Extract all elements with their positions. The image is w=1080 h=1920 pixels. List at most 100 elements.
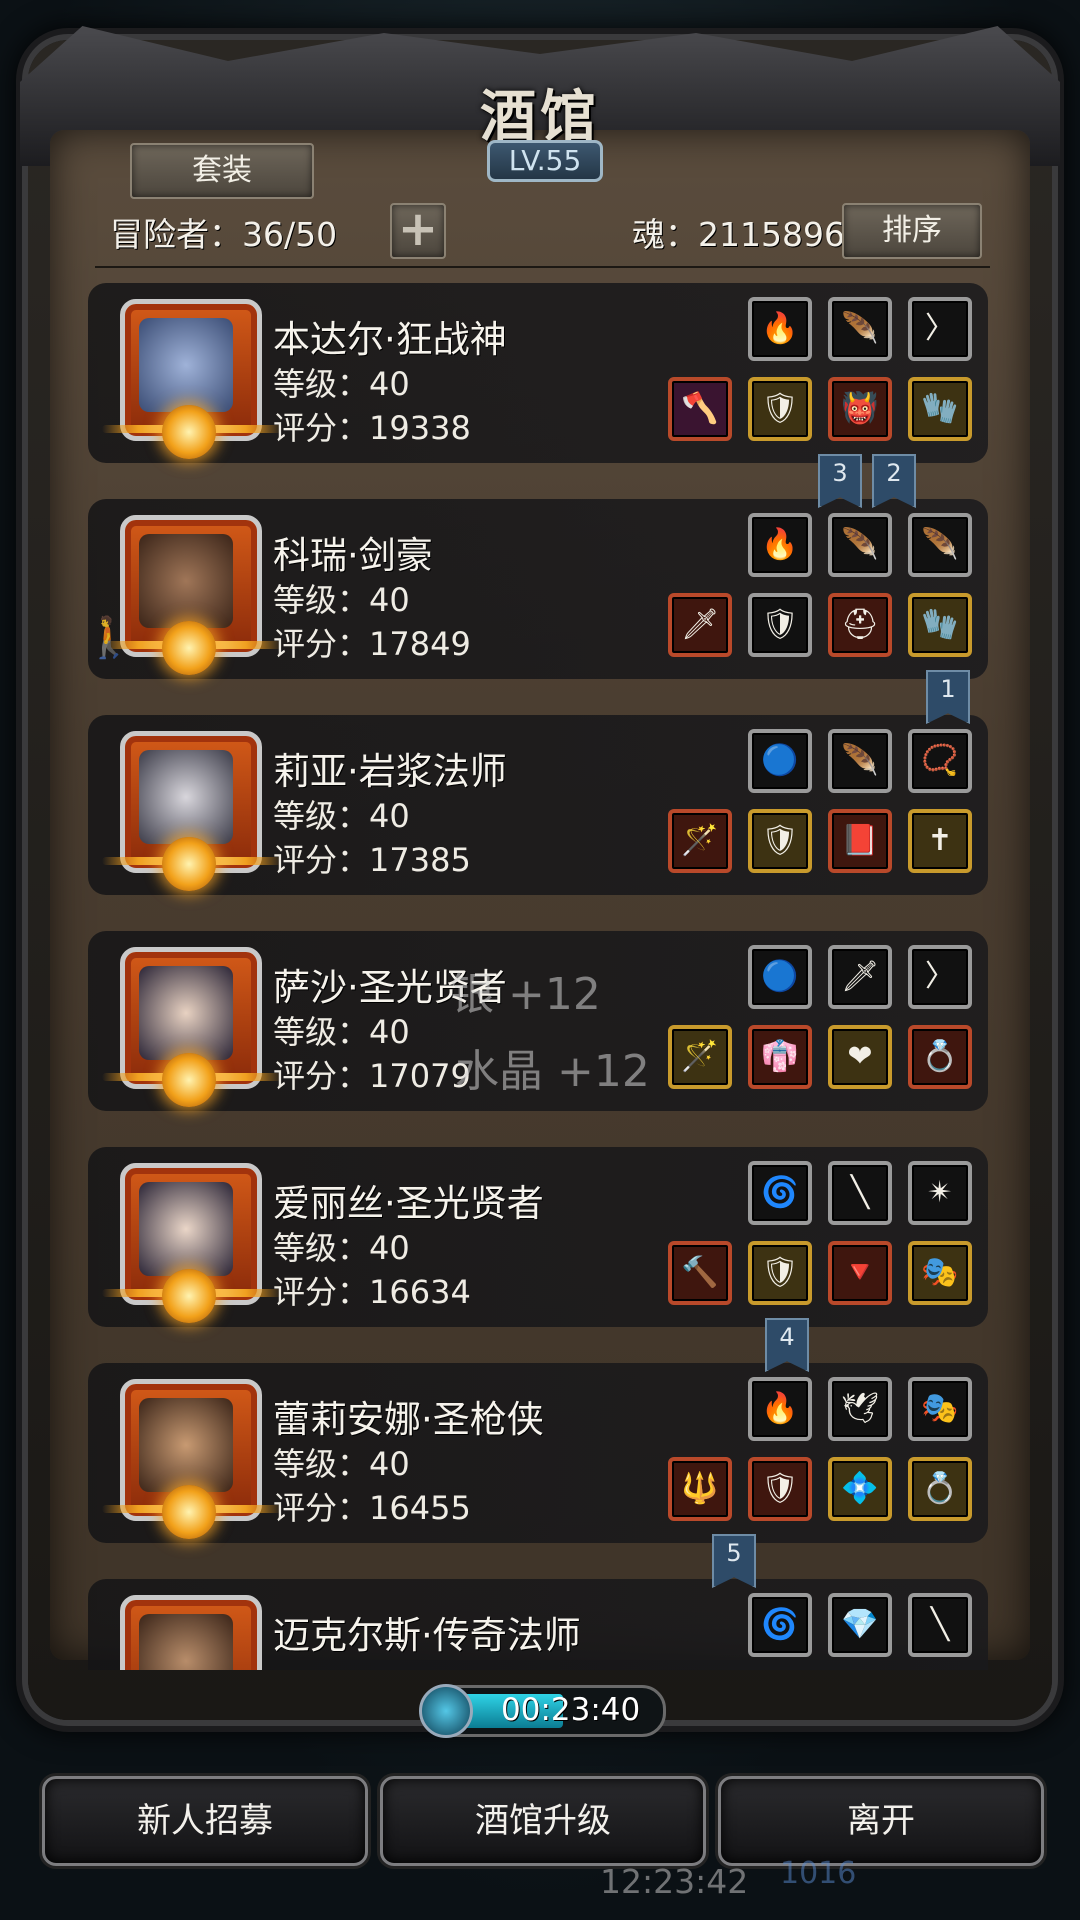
- rank-emblem-icon: [162, 837, 216, 891]
- hammer-equip-icon[interactable]: 🔨: [668, 1241, 732, 1305]
- hero-name: 蕾莉安娜·圣枪侠: [273, 1398, 544, 1441]
- hero-level: 等级：40: [273, 365, 410, 403]
- staff-equip-icon[interactable]: 🪄: [668, 809, 732, 873]
- helm-equip-icon[interactable]: 👹: [828, 377, 892, 441]
- adventurer-count: 冒险者：36/50: [110, 215, 338, 254]
- pendant-equip-icon[interactable]: 🔻: [828, 1241, 892, 1305]
- hero-level: 等级：40: [273, 1445, 410, 1483]
- wing-skill-icon[interactable]: 🕊: [828, 1377, 892, 1441]
- armor-equip-icon[interactable]: 🛡: [748, 1241, 812, 1305]
- leave-button[interactable]: 离开: [718, 1776, 1044, 1866]
- spear-equip-icon[interactable]: 🔱: [668, 1457, 732, 1521]
- clock-icon: [419, 1684, 473, 1738]
- background-clock: 12:23:42: [600, 1862, 749, 1901]
- hero-face-icon: [139, 1182, 233, 1276]
- fire-skill-icon[interactable]: 🔥: [748, 297, 812, 361]
- rank-emblem-icon: [162, 1269, 216, 1323]
- poison-skill-icon[interactable]: 🌀: [748, 1161, 812, 1225]
- sigil-skill-icon[interactable]: ✴: [908, 1161, 972, 1225]
- hero-level: 等级：40: [273, 1013, 410, 1051]
- hero-score: 评分：19338: [273, 409, 471, 447]
- wand-skill-icon[interactable]: ╲: [908, 1593, 972, 1657]
- necklace-equip-icon[interactable]: ❤: [828, 1025, 892, 1089]
- bow-skill-icon[interactable]: 〉: [908, 297, 972, 361]
- orb-skill-icon[interactable]: 🔵: [748, 729, 812, 793]
- walking-figure-icon: 🚶: [84, 615, 134, 661]
- sort-button[interactable]: 排序: [842, 203, 982, 259]
- staff-equip-icon[interactable]: 🪄: [668, 1025, 732, 1089]
- add-adventurer-button[interactable]: +: [390, 203, 446, 259]
- gem-skill-icon[interactable]: 💎: [828, 1593, 892, 1657]
- feather-skill-icon[interactable]: 🪶: [828, 729, 892, 793]
- rank-emblem-icon: [162, 1485, 216, 1539]
- background-gem-count: 1016: [780, 1856, 857, 1891]
- hero-card[interactable]: 科瑞·剑豪 等级：40 评分：17849 🔥 🪶 🪶 🗡 🛡 ⛑ 🧤: [88, 499, 988, 679]
- axe-equip-icon[interactable]: 🪓: [668, 377, 732, 441]
- feather-skill-icon[interactable]: 🪶: [828, 513, 892, 577]
- rank-emblem-icon: [162, 1053, 216, 1107]
- poison-skill-icon[interactable]: 🌀: [748, 1593, 812, 1657]
- charm-equip-icon[interactable]: ✝: [908, 809, 972, 873]
- hero-name: 爱丽丝·圣光贤者: [273, 1182, 544, 1225]
- hero-score: 评分：17849: [273, 625, 471, 663]
- set-button[interactable]: 套装: [130, 143, 314, 199]
- hero-score: 评分：17385: [273, 841, 471, 879]
- hero-level: 等级：40: [273, 797, 410, 835]
- hero-card[interactable]: 爱丽丝·圣光贤者 等级：40 评分：16634 🌀 ╲ ✴ 🔨 🛡 🔻 🎭: [88, 1147, 988, 1327]
- hero-level: 等级：40: [273, 581, 410, 619]
- gauntlet-equip-icon[interactable]: 🧤: [908, 593, 972, 657]
- hero-name: 迈克尔斯·传奇法师: [273, 1614, 581, 1657]
- helm-equip-icon[interactable]: ⛑: [828, 593, 892, 657]
- robe-equip-icon[interactable]: 👘: [748, 1025, 812, 1089]
- tavern-upgrade-button[interactable]: 酒馆升级: [380, 1776, 706, 1866]
- tavern-level-badge: LV.55: [487, 140, 603, 182]
- hero-card[interactable]: 迈克尔斯·传奇法师 🌀 💎 ╲: [88, 1579, 988, 1670]
- hero-card[interactable]: 本达尔·狂战神 等级：40 评分：19338 🔥 🪶 〉 🪓 🛡 👹 🧤: [88, 283, 988, 463]
- hero-face-icon: [139, 534, 233, 628]
- hero-name: 科瑞·剑豪: [273, 534, 433, 577]
- armor-equip-icon[interactable]: 🛡: [748, 377, 812, 441]
- refresh-timer: 00:23:40: [419, 1684, 666, 1738]
- fire-skill-icon[interactable]: 🔥: [748, 513, 812, 577]
- recruit-button[interactable]: 新人招募: [42, 1776, 368, 1866]
- hero-score: 评分：16455: [273, 1489, 471, 1527]
- hero-face-icon: [139, 1614, 233, 1670]
- hero-name: 本达尔·狂战神: [273, 318, 507, 361]
- sword-equip-icon[interactable]: 🗡: [668, 593, 732, 657]
- orb-skill-icon[interactable]: 🔵: [748, 945, 812, 1009]
- fire-skill-icon[interactable]: 🔥: [748, 1377, 812, 1441]
- hero-name: 莉亚·岩浆法师: [273, 750, 507, 793]
- rank-emblem-icon: [162, 621, 216, 675]
- ring-equip-icon[interactable]: 💍: [908, 1025, 972, 1089]
- soul-counter: 魂：2115896: [632, 215, 845, 254]
- dagger-skill-icon[interactable]: 🗡: [828, 945, 892, 1009]
- mask-equip-icon[interactable]: 🎭: [908, 1241, 972, 1305]
- wand-skill-icon[interactable]: ╲: [828, 1161, 892, 1225]
- hero-face-icon: [139, 966, 233, 1060]
- armor-equip-icon[interactable]: 🛡: [748, 593, 812, 657]
- hero-card[interactable]: 莉亚·岩浆法师 等级：40 评分：17385 🔵 🪶 📿 🪄 🛡 📕 ✝: [88, 715, 988, 895]
- reward-silver-text: 银 +12: [450, 969, 601, 1020]
- hero-face-icon: [139, 750, 233, 844]
- divider: [95, 266, 990, 268]
- hero-face-icon: [139, 318, 233, 412]
- hero-score: 评分：16634: [273, 1273, 471, 1311]
- timer-text: 00:23:40: [501, 1692, 641, 1728]
- gauntlet-equip-icon[interactable]: 🧤: [908, 377, 972, 441]
- armor-equip-icon[interactable]: 🛡: [748, 1457, 812, 1521]
- bow-skill-icon[interactable]: 〉: [908, 945, 972, 1009]
- hero-face-icon: [139, 1398, 233, 1492]
- ring-equip-icon[interactable]: 💍: [908, 1457, 972, 1521]
- armor-equip-icon[interactable]: 🛡: [748, 809, 812, 873]
- bracer-equip-icon[interactable]: 💠: [828, 1457, 892, 1521]
- feather-skill-icon[interactable]: 🪶: [908, 513, 972, 577]
- feather-skill-icon[interactable]: 🪶: [828, 297, 892, 361]
- hero-score: 评分：17079: [273, 1057, 471, 1095]
- amulet-skill-icon[interactable]: 📿: [908, 729, 972, 793]
- reward-crystal-text: 水晶 +12: [455, 1046, 650, 1097]
- rank-emblem-icon: [162, 405, 216, 459]
- tome-equip-icon[interactable]: 📕: [828, 809, 892, 873]
- mask-skill-icon[interactable]: 🎭: [908, 1377, 972, 1441]
- hero-card[interactable]: 蕾莉安娜·圣枪侠 等级：40 评分：16455 🔥 🕊 🎭 🔱 🛡 💠 💍: [88, 1363, 988, 1543]
- hero-portrait[interactable]: [120, 1595, 262, 1670]
